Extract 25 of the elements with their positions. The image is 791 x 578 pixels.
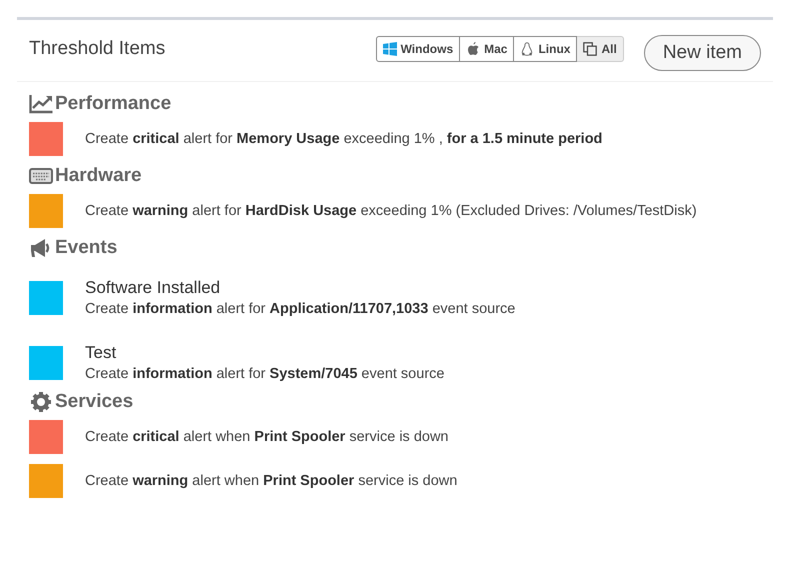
alert-description: Create warning alert when Print Spooler service is down xyxy=(85,473,458,489)
alert-description: Create critical alert for Memory Usage exceeding 1% , for a 1.5 minute period xyxy=(85,131,602,147)
section-heading: Services xyxy=(55,391,134,413)
line-chart-icon xyxy=(29,94,53,114)
penguin-icon xyxy=(520,42,534,56)
platform-filter-button[interactable]: All xyxy=(577,36,624,62)
panel-title: Threshold Items xyxy=(29,38,166,60)
section-heading: Performance xyxy=(55,93,172,115)
alert-description: Create information alert for Application/11707,1033 event source xyxy=(85,301,516,317)
alert-description: Create critical alert when Print Spooler service is down xyxy=(85,429,448,445)
alert-description: Create warning alert for HardDisk Usage exceeding 1% (Excluded Drives: /Volumes/TestDisk) xyxy=(85,203,697,219)
gear-icon xyxy=(29,392,53,412)
item-name: Software Installed xyxy=(85,278,222,298)
keyboard-icon xyxy=(29,166,53,186)
windows-icon xyxy=(382,42,397,56)
platform-filter-button[interactable]: Windows xyxy=(376,36,460,62)
section-heading: Hardware xyxy=(55,165,142,187)
copy-icon xyxy=(583,42,598,56)
new-item-button[interactable]: New item xyxy=(644,34,761,70)
apple-icon xyxy=(466,42,480,56)
section-heading: Events xyxy=(55,237,118,259)
platform-filter-button[interactable]: Mac xyxy=(460,36,514,62)
item-name: Test xyxy=(85,343,118,363)
alert-description: Create information alert for System/7045 event source xyxy=(85,366,444,382)
platform-filter-button[interactable]: Linux xyxy=(514,36,578,62)
